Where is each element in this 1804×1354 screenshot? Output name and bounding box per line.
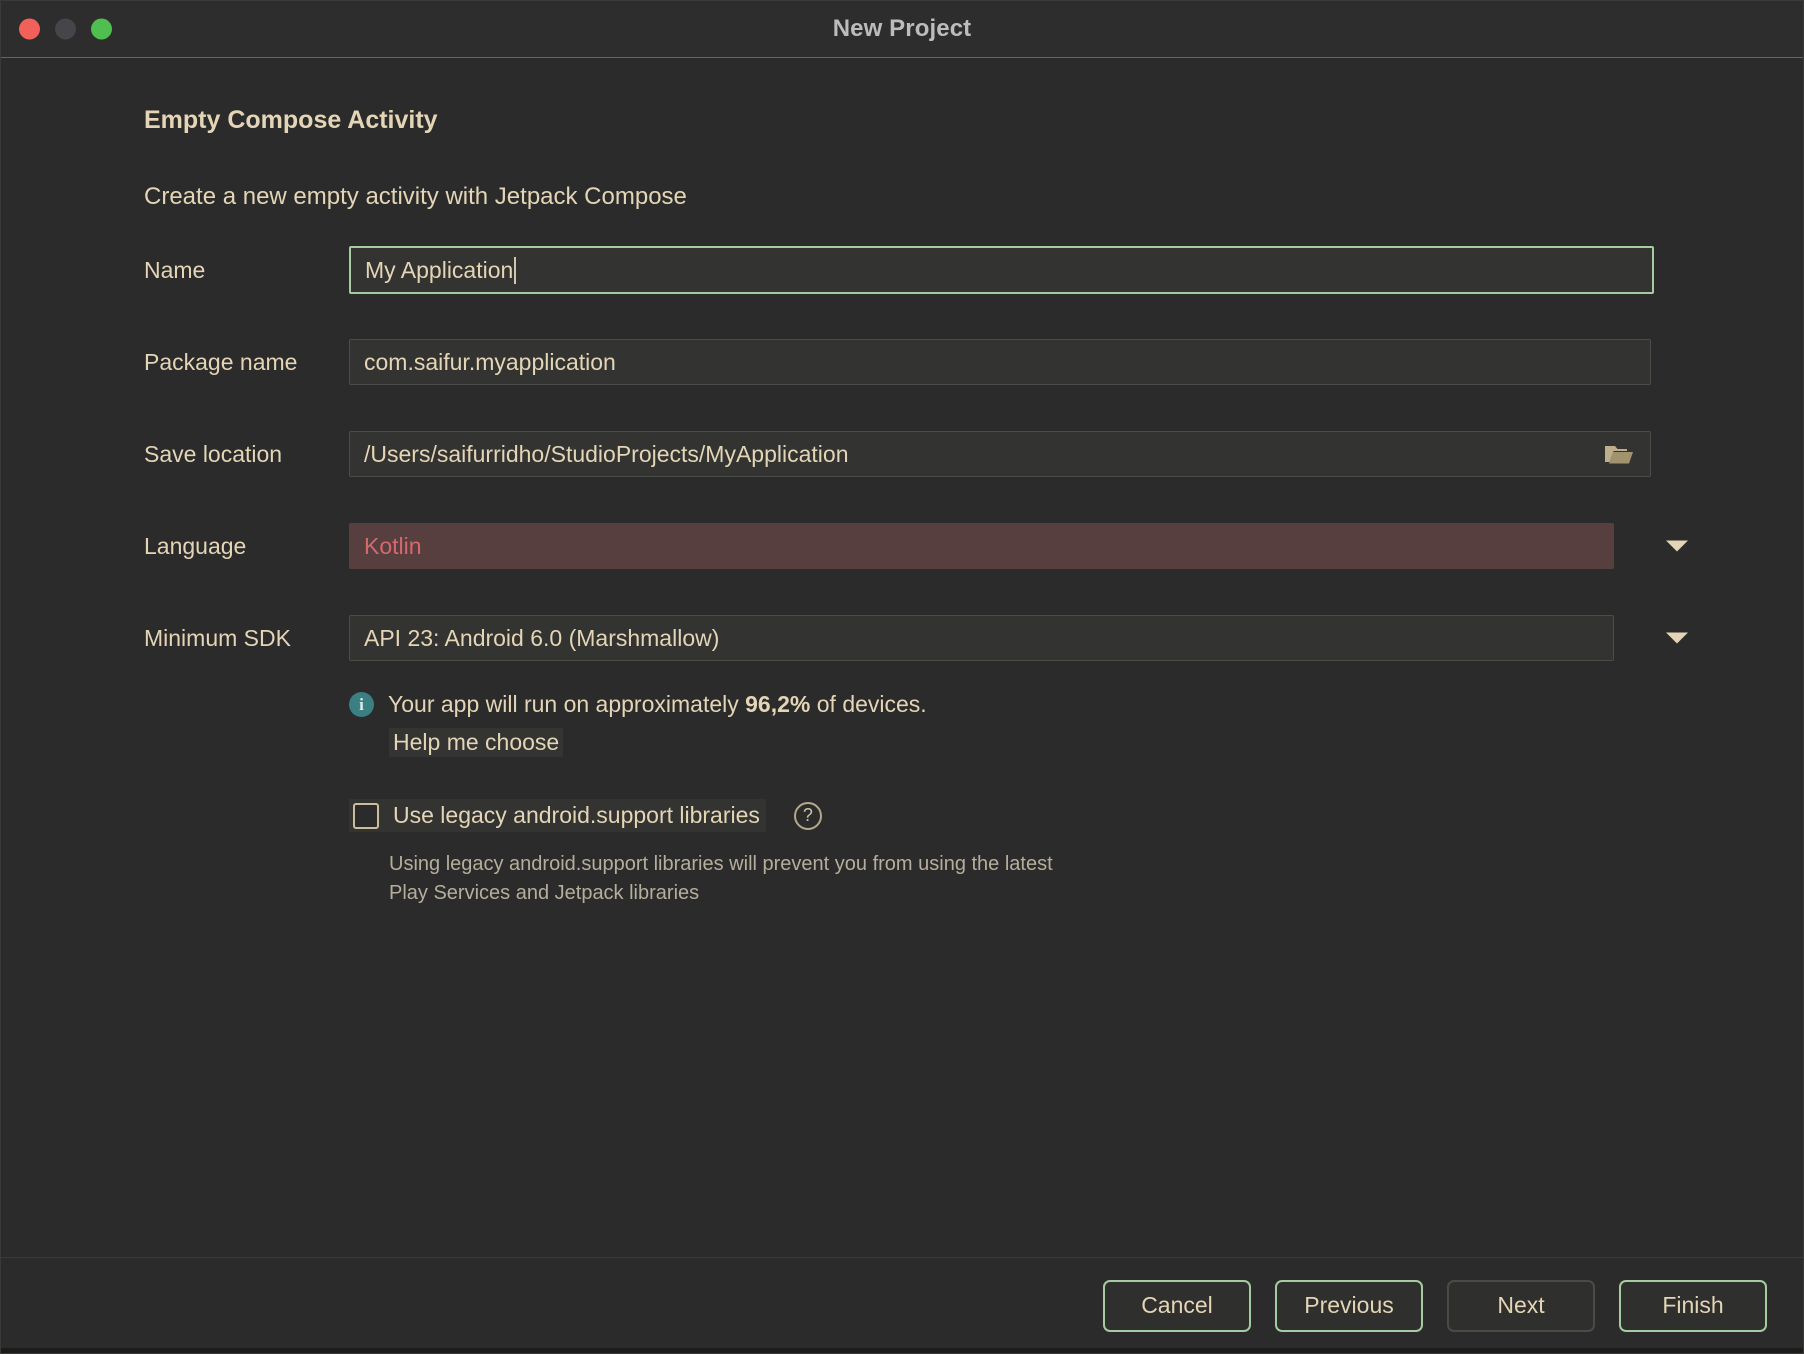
legacy-libraries-label: Use legacy android.support libraries [393, 802, 760, 829]
chevron-down-icon [1666, 541, 1688, 552]
package-name-label: Package name [144, 349, 349, 376]
page-subtitle: Create a new empty activity with Jetpack… [144, 183, 1803, 211]
info-icon: i [349, 692, 374, 717]
finish-button[interactable]: Finish [1619, 1280, 1767, 1332]
window-title: New Project [1, 15, 1803, 43]
coverage-text-before: Your app will run on approximately [388, 691, 745, 717]
help-me-choose-link[interactable]: Help me choose [389, 728, 563, 757]
dialog-content: Empty Compose Activity Create a new empt… [1, 58, 1803, 1257]
name-input[interactable]: My Application [349, 246, 1654, 294]
traffic-lights [19, 19, 112, 40]
dialog-footer: Cancel Previous Next Finish [1, 1257, 1803, 1353]
text-caret [514, 257, 516, 284]
package-name-input[interactable]: com.saifur.myapplication [349, 339, 1651, 385]
folder-icon[interactable] [1604, 442, 1634, 466]
language-select[interactable]: Kotlin [349, 523, 1614, 569]
legacy-libraries-checkbox-hit[interactable]: Use legacy android.support libraries [349, 799, 766, 832]
previous-button[interactable]: Previous [1275, 1280, 1423, 1332]
minimum-sdk-value: API 23: Android 6.0 (Marshmallow) [364, 625, 719, 652]
save-location-input[interactable]: /Users/saifurridho/StudioProjects/MyAppl… [349, 431, 1651, 477]
save-location-label: Save location [144, 441, 349, 468]
minimum-sdk-select[interactable]: API 23: Android 6.0 (Marshmallow) [349, 615, 1614, 661]
coverage-percent: 96,2% [745, 691, 810, 717]
form-row-save-location: Save location /Users/saifurridho/StudioP… [1, 431, 1803, 477]
cancel-button[interactable]: Cancel [1103, 1280, 1251, 1332]
title-bar: New Project [1, 1, 1803, 58]
form-row-package-name: Package name com.saifur.myapplication [1, 339, 1803, 385]
chevron-down-icon [1666, 633, 1688, 644]
minimize-window-button[interactable] [55, 19, 76, 40]
form-row-minimum-sdk: Minimum SDK API 23: Android 6.0 (Marshma… [1, 615, 1803, 661]
minimum-sdk-label: Minimum SDK [144, 625, 349, 652]
next-button[interactable]: Next [1447, 1280, 1595, 1332]
page-title: Empty Compose Activity [144, 106, 1803, 135]
coverage-text-after: of devices. [810, 691, 926, 717]
name-input-value: My Application [365, 257, 513, 284]
form-row-language: Language Kotlin [1, 523, 1803, 569]
language-label: Language [144, 533, 349, 560]
language-value: Kotlin [364, 533, 422, 560]
minimum-sdk-dropdown-toggle[interactable] [1614, 615, 1688, 661]
save-location-value: /Users/saifurridho/StudioProjects/MyAppl… [364, 441, 848, 468]
new-project-dialog: New Project Empty Compose Activity Creat… [0, 0, 1804, 1354]
legacy-libraries-checkbox[interactable] [353, 803, 379, 829]
name-label: Name [144, 257, 349, 284]
zoom-window-button[interactable] [91, 19, 112, 40]
package-name-value: com.saifur.myapplication [364, 349, 616, 376]
close-window-button[interactable] [19, 19, 40, 40]
legacy-libraries-row: Use legacy android.support libraries ? [349, 799, 1803, 832]
device-coverage-text: Your app will run on approximately 96,2%… [388, 691, 927, 718]
device-coverage-info: i Your app will run on approximately 96,… [349, 691, 1803, 718]
form-row-name: Name My Application [1, 247, 1803, 293]
project-form: Name My Application Package name com.sai… [1, 247, 1803, 661]
language-dropdown-toggle[interactable] [1614, 523, 1688, 569]
question-mark-icon[interactable]: ? [794, 802, 822, 830]
window-bottom-edge [1, 1348, 1803, 1353]
legacy-libraries-hint: Using legacy android.support libraries w… [389, 850, 1089, 908]
